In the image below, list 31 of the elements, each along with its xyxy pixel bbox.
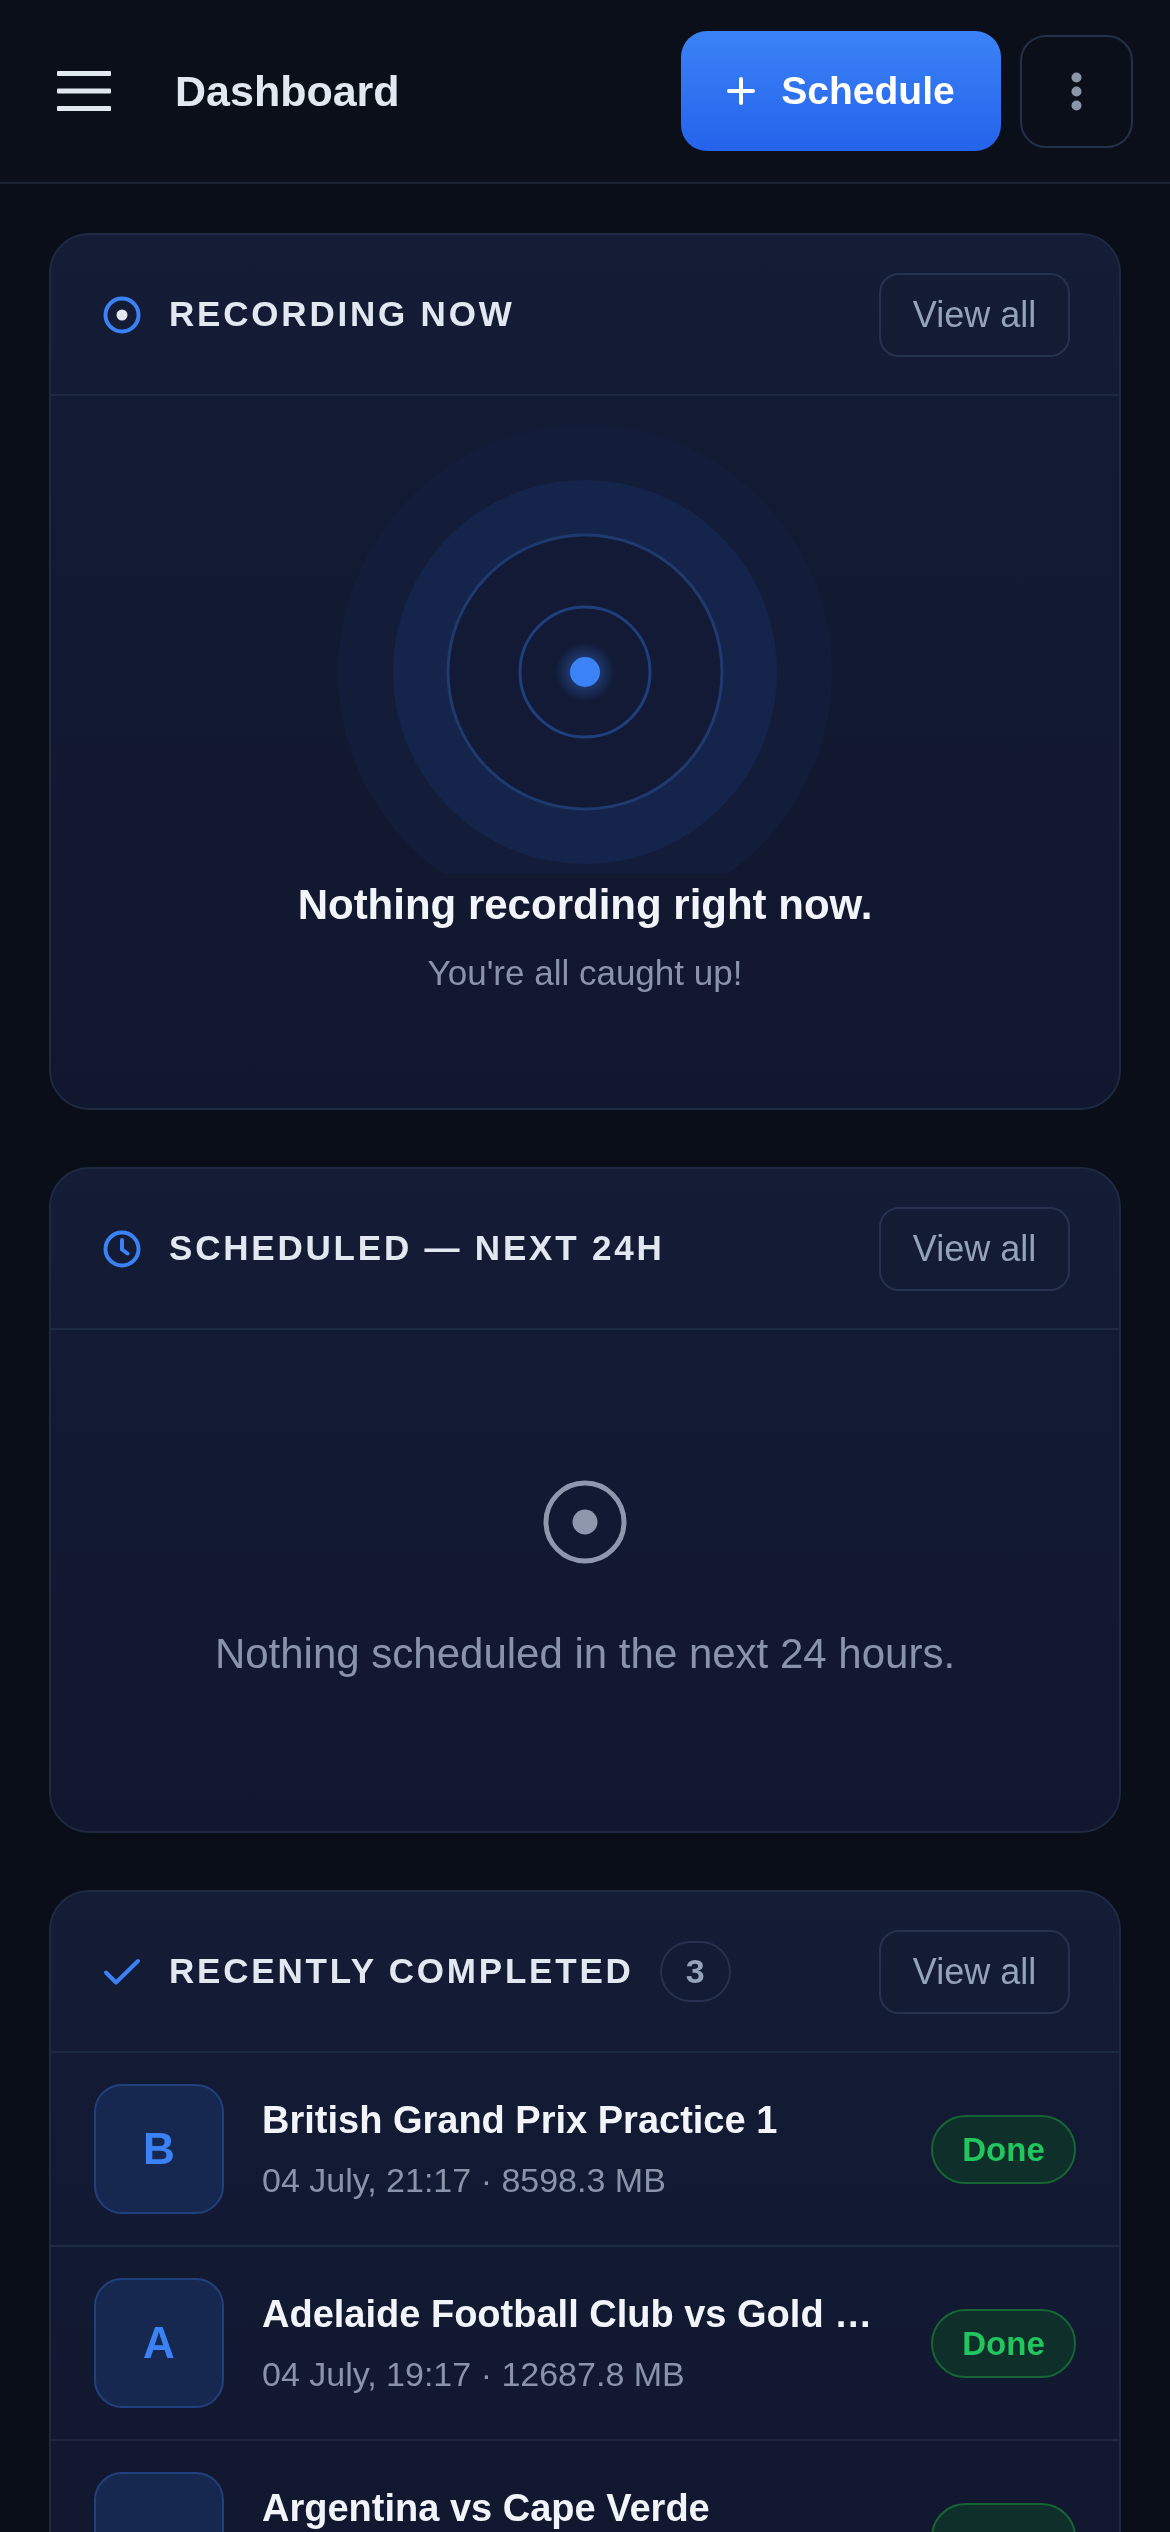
recording-list-item[interactable]: Argentina vs Cape Verde xyxy=(51,2441,1119,2532)
section-title: RECENTLY COMPLETED xyxy=(169,1950,634,1993)
section-title: SCHEDULED — NEXT 24H xyxy=(169,1227,665,1270)
recording-title: British Grand Prix Practice 1 xyxy=(262,2098,779,2142)
check-icon xyxy=(103,1957,141,1986)
recording-details: 04 July, 19:17 · 12687.8 MB xyxy=(262,2354,686,2395)
more-icon xyxy=(1071,71,1082,111)
recording-list-item[interactable]: B British Grand Prix Practice 1 04 July, 21:17 · 8598.3 MB Done xyxy=(51,2053,1119,2247)
page-title: Dashboard xyxy=(175,65,400,117)
plus-icon xyxy=(727,77,756,105)
view-all-button[interactable]: View all xyxy=(879,272,1070,357)
view-all-button[interactable]: View all xyxy=(879,1206,1070,1291)
recording-details: 04 July, 21:17 · 8598.3 MB xyxy=(262,2160,667,2201)
status-pill: Done xyxy=(931,2309,1076,2378)
menu-icon[interactable] xyxy=(57,71,111,111)
section-title: RECORDING NOW xyxy=(169,293,515,336)
empty-state-message: Nothing scheduled in the next 24 hours. xyxy=(214,1630,956,1678)
recording-list-item[interactable]: A Adelaide Football Club vs Gold … 04 July, 19:17 · 12687.8 MB Done xyxy=(51,2247,1119,2441)
schedule-button[interactable]: Schedule xyxy=(681,31,1001,151)
empty-state-subtitle: You're all caught up! xyxy=(427,952,743,994)
count-badge: 3 xyxy=(659,1941,731,2002)
dot-circle-icon xyxy=(543,1480,627,1564)
avatar-tile: A xyxy=(94,2278,224,2408)
recording-title: Argentina vs Cape Verde xyxy=(262,2486,711,2530)
recording-title: Adelaide Football Club vs Gold … xyxy=(262,2292,874,2336)
view-all-button[interactable]: View all xyxy=(879,1929,1070,2014)
empty-state-title: Nothing recording right now. xyxy=(297,880,873,930)
avatar-tile: B xyxy=(94,2084,224,2214)
status-pill: Done xyxy=(931,2115,1076,2184)
dot-circle-icon xyxy=(103,295,141,334)
clock-icon xyxy=(103,1229,141,1268)
